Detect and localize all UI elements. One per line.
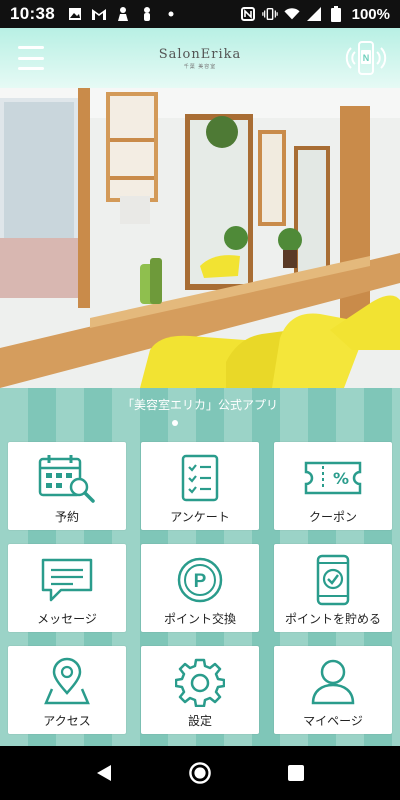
map-pin-icon [37, 656, 97, 708]
menu-line-icon [18, 56, 44, 60]
app-header: SalonErika 千葉 美容室 N [0, 28, 400, 88]
recents-square-icon [288, 765, 304, 781]
menu-line-icon [18, 67, 44, 70]
access-label: アクセス [43, 714, 91, 728]
survey-button[interactable]: アンケート [141, 442, 259, 530]
calendar-search-icon [37, 452, 97, 504]
status-time: 10:38 [10, 4, 55, 23]
app-tagline: 「美容室エリカ」公式アプリ [121, 398, 278, 412]
menu-content-area: 「美容室エリカ」公式アプリ 予約 アンケート % クーポン メッセージ P ポイ… [0, 388, 400, 746]
point-coin-icon: P [170, 554, 230, 606]
image-icon [67, 6, 83, 22]
gmail-icon [91, 6, 107, 22]
logo-main-text: SalonErika [158, 46, 242, 62]
message-label: メッセージ [37, 612, 97, 626]
recents-button[interactable] [284, 761, 308, 785]
carousel-pager-dot[interactable] [172, 420, 178, 426]
figure-icon [139, 6, 155, 22]
nfc-status-icon [240, 6, 256, 22]
message-icon [37, 554, 97, 606]
salon-logo: SalonErika 千葉 美容室 [159, 47, 242, 70]
message-button[interactable]: メッセージ [8, 544, 126, 632]
back-triangle-icon [97, 765, 111, 781]
mypage-label: マイページ [303, 714, 363, 728]
gear-icon [170, 656, 230, 708]
dot-icon [163, 6, 179, 22]
settings-button[interactable]: 設定 [141, 646, 259, 734]
nfc-phone-icon: N [345, 41, 387, 75]
svg-text:N: N [363, 53, 370, 63]
hamburger-menu-button[interactable] [18, 46, 46, 70]
vibrate-icon [261, 6, 278, 22]
point-exchange-button[interactable]: P ポイント交換 [141, 544, 259, 632]
salon-hero-image [0, 88, 400, 388]
checklist-icon [170, 452, 230, 504]
logo-sub-text: 千葉 美容室 [183, 63, 217, 70]
app-notification-icon [115, 6, 131, 22]
home-circle-icon [189, 762, 211, 784]
mypage-button[interactable]: マイページ [274, 646, 392, 734]
signal-icon [306, 6, 322, 22]
back-button[interactable] [92, 761, 116, 785]
access-button[interactable]: アクセス [8, 646, 126, 734]
survey-label: アンケート [170, 510, 230, 524]
home-button[interactable] [188, 761, 212, 785]
reserve-label: 予約 [54, 510, 79, 524]
coupon-button[interactable]: % クーポン [274, 442, 392, 530]
phone-check-icon [303, 554, 363, 606]
user-icon [303, 656, 363, 708]
status-bar: 10:38 100% [0, 0, 400, 28]
point-exchange-label: ポイント交換 [163, 612, 236, 626]
coupon-ticket-icon: % [303, 452, 363, 504]
wifi-icon [284, 6, 300, 22]
coupon-label: クーポン [308, 510, 357, 524]
nfc-touch-button[interactable]: N [344, 38, 388, 78]
salon-interior-illustration [0, 88, 400, 388]
battery-icon [328, 6, 344, 22]
notification-icons [67, 6, 179, 22]
svg-text:%: % [333, 469, 349, 488]
settings-label: 設定 [187, 714, 212, 728]
system-navigation-bar [0, 746, 400, 800]
reserve-button[interactable]: 予約 [8, 442, 126, 530]
earn-points-button[interactable]: ポイントを貯める [274, 544, 392, 632]
battery-level: 100% [351, 5, 390, 23]
menu-line-icon [18, 46, 44, 49]
system-icons: 100% [240, 6, 390, 23]
svg-text:P: P [194, 571, 207, 592]
earn-points-label: ポイントを貯める [284, 612, 381, 626]
